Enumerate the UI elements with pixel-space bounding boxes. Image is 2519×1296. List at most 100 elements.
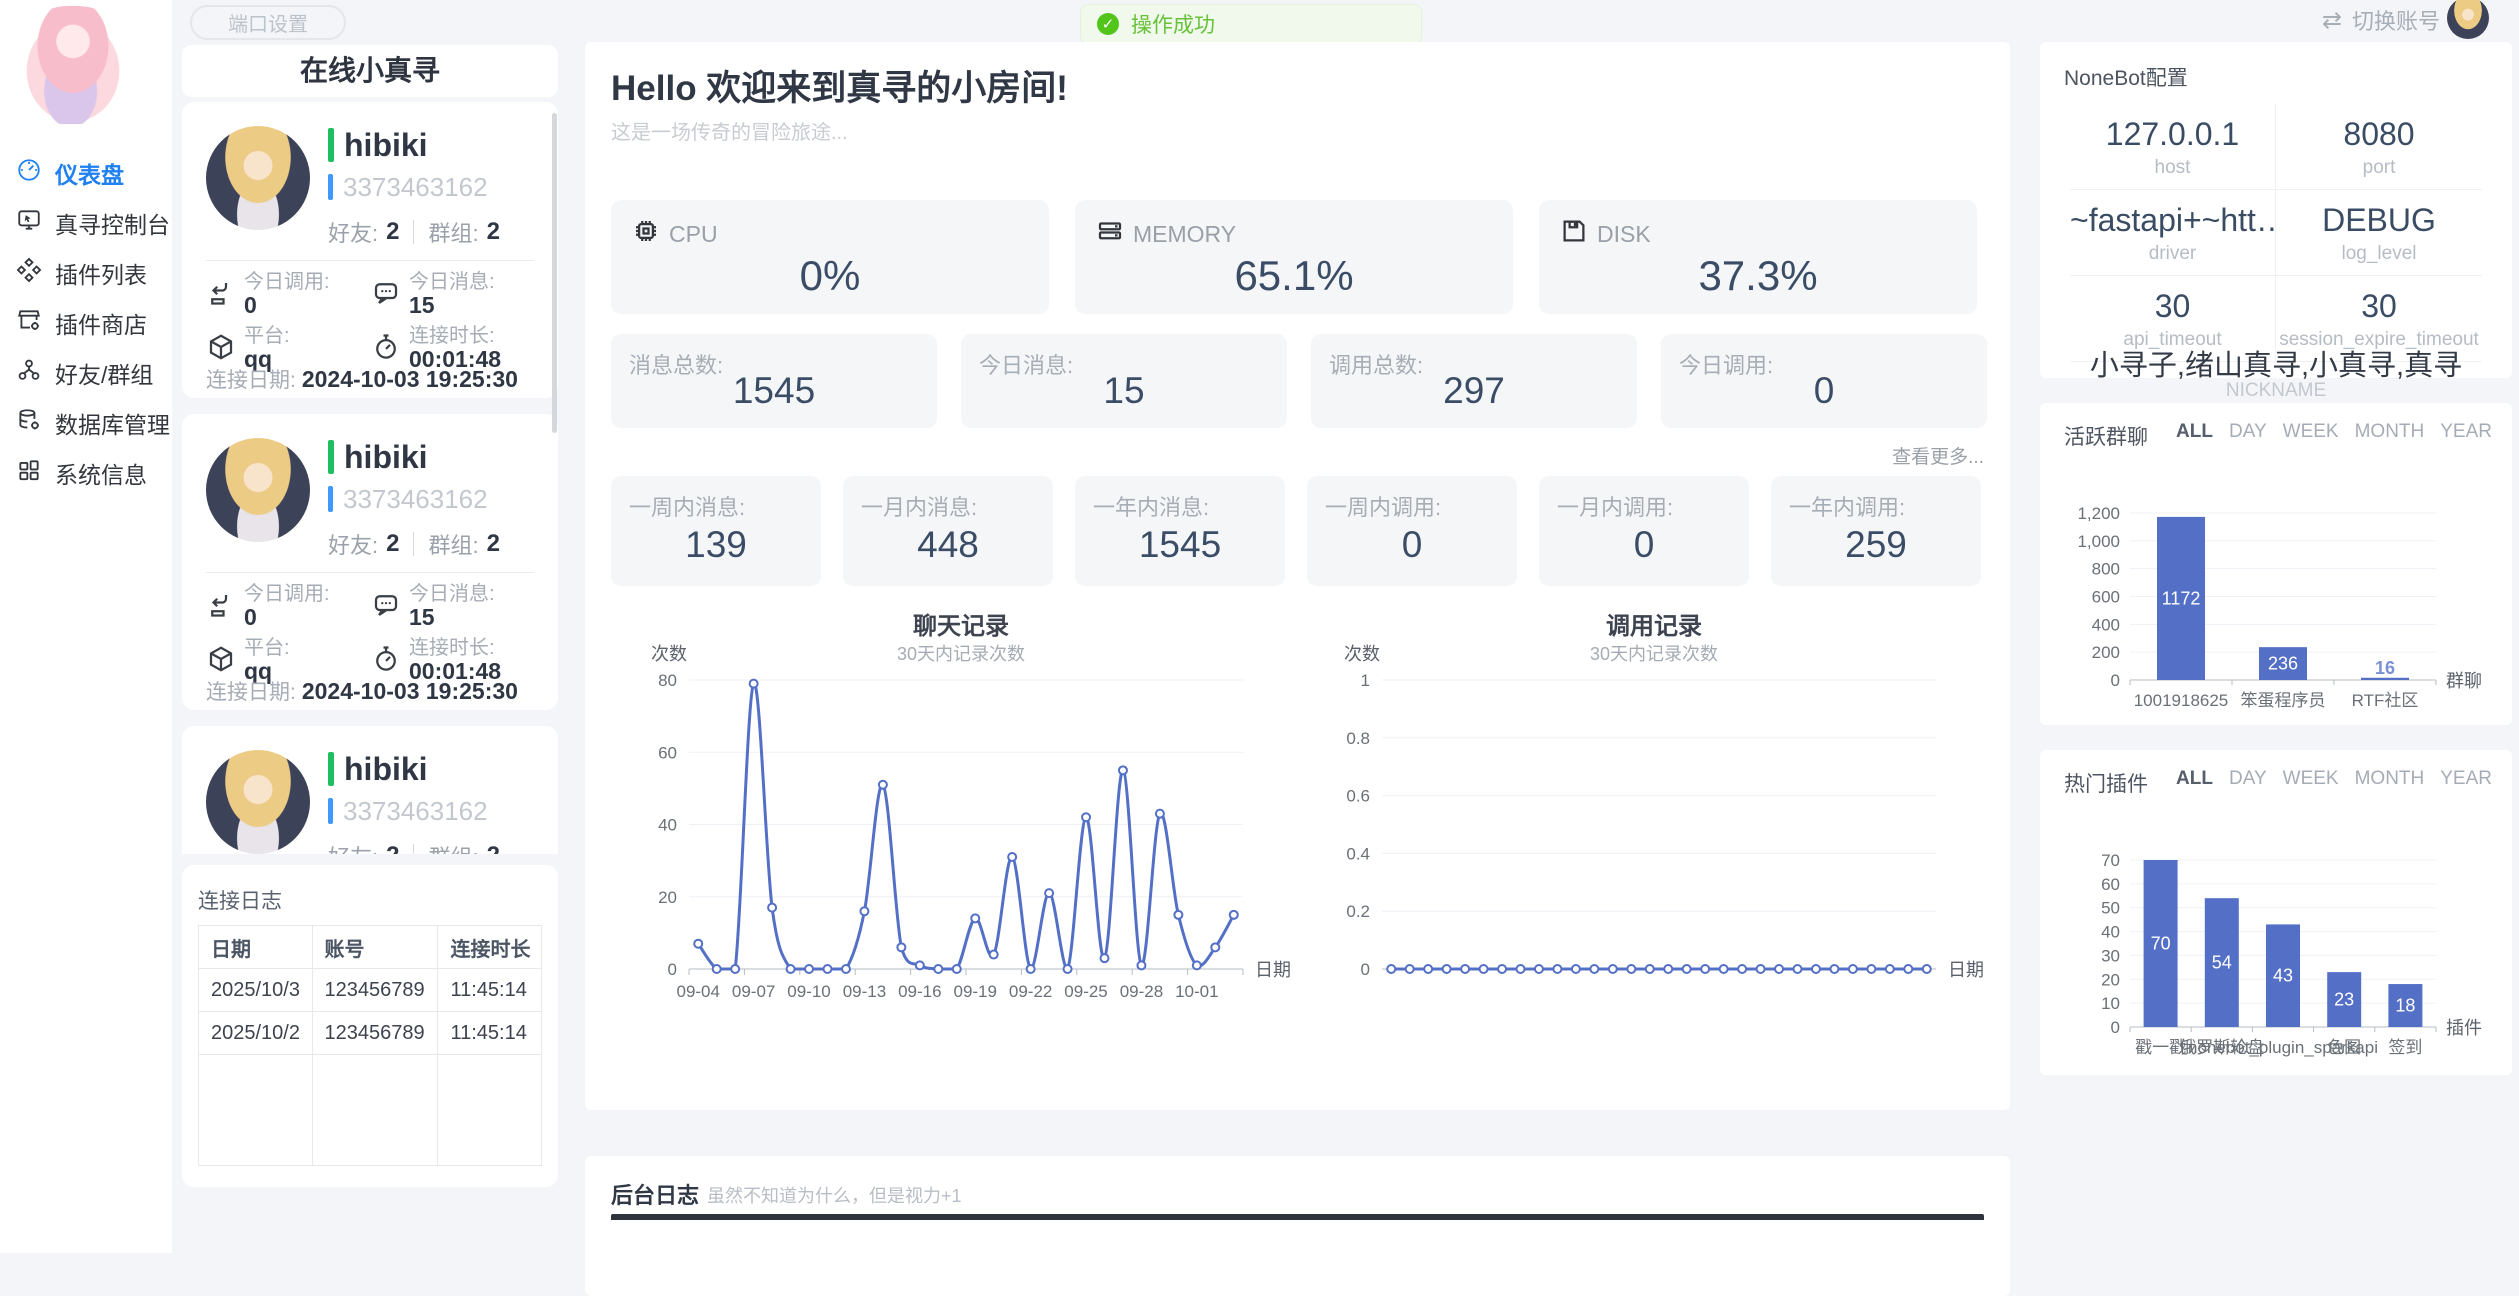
tab-week[interactable]: WEEK: [2283, 421, 2339, 443]
svg-text:20: 20: [658, 888, 677, 907]
svg-text:600: 600: [2092, 588, 2120, 607]
plugin-list-icon: [16, 257, 42, 289]
tab-day[interactable]: DAY: [2229, 768, 2267, 790]
sidebar-item-label: 真寻控制台: [55, 206, 170, 240]
svg-text:60: 60: [2101, 875, 2120, 894]
svg-text:0: 0: [2111, 671, 2120, 690]
sidebar-item-label: 仪表盘: [55, 156, 124, 190]
svg-text:30天内记录次数: 30天内记录次数: [897, 644, 1025, 664]
svg-text:1001918625: 1001918625: [2134, 691, 2229, 710]
online-indicator-bar: [328, 752, 334, 786]
sidebar-item-system-info[interactable]: 系统信息: [0, 448, 172, 498]
bot-list[interactable]: hibiki 3373463162 好友: 2 群组: 2 今日调用:0 今日消…: [182, 102, 558, 854]
year-calls-card: 一年内调用: 259: [1771, 476, 1981, 586]
week-calls-card: 一周内调用: 0: [1307, 476, 1517, 586]
nickname-value: 小寻子,绪山真寻,小真寻,真寻: [2040, 342, 2512, 384]
tab-month[interactable]: MONTH: [2355, 768, 2425, 790]
svg-text:0: 0: [1361, 960, 1370, 979]
active-groups-title: 活跃群聊: [2064, 421, 2148, 451]
conn-date-label: 连接日期:: [206, 681, 296, 704]
svg-text:236: 236: [2268, 654, 2298, 674]
svg-text:笨蛋程序员: 笨蛋程序员: [2241, 691, 2326, 710]
svg-text:0: 0: [668, 960, 677, 979]
groups-count: 2: [487, 530, 500, 558]
chat-record-chart: 聊天记录30天内记录次数次数020406080日期09-0409-0709-10…: [611, 604, 1291, 1024]
svg-text:09-28: 09-28: [1120, 982, 1163, 1001]
call-return-icon: [206, 590, 236, 625]
svg-text:40: 40: [658, 816, 677, 835]
friends-count: 2: [386, 218, 399, 246]
tab-year[interactable]: YEAR: [2440, 421, 2492, 443]
sidebar-item-database[interactable]: 数据库管理: [0, 398, 172, 448]
tab-all[interactable]: ALL: [2176, 768, 2213, 790]
cpu-value: 0%: [611, 252, 1049, 300]
platform-box-icon: [206, 644, 236, 679]
svg-text:23: 23: [2334, 990, 2354, 1010]
divider: [413, 844, 414, 854]
call-record-chart: 调用记录30天内记录次数次数00.20.40.60.81日期: [1304, 604, 1984, 1024]
tab-all[interactable]: ALL: [2176, 421, 2213, 443]
table-header-row: 日期 账号 连接时长: [199, 926, 542, 969]
svg-text:0.2: 0.2: [1346, 902, 1370, 921]
config-log-level: DEBUG log_level: [2276, 190, 2482, 275]
friends-count: 2: [386, 530, 399, 558]
svg-text:RTF社区: RTF社区: [2352, 691, 2419, 710]
sidebar: 仪表盘 真寻控制台 插件列表 插件商店 好友/群组 数据库管理 系统信息: [0, 0, 172, 1253]
svg-text:签到: 签到: [2388, 1038, 2422, 1057]
svg-text:40: 40: [2101, 923, 2120, 942]
svg-text:09-22: 09-22: [1009, 982, 1052, 1001]
store-icon: [16, 307, 42, 339]
sidebar-item-dashboard[interactable]: 仪表盘: [0, 148, 172, 198]
view-more-link[interactable]: 查看更多...: [1892, 442, 1984, 469]
svg-text:日期: 日期: [1948, 960, 1984, 980]
friends-label: 好友:: [328, 216, 378, 248]
week-messages-card: 一周内消息: 139: [611, 476, 821, 586]
bot-list-scrollbar[interactable]: [552, 113, 557, 433]
account-avatar[interactable]: [2447, 0, 2489, 39]
page-subtitle: 这是一场传奇的冒险旅途...: [611, 116, 848, 145]
app-logo: [14, 6, 132, 124]
groups-label: 群组:: [428, 216, 478, 248]
svg-text:聊天记录: 聊天记录: [913, 612, 1009, 640]
svg-text:09-10: 09-10: [787, 982, 830, 1001]
svg-text:日期: 日期: [1255, 960, 1291, 980]
sidebar-item-plugin-store[interactable]: 插件商店: [0, 298, 172, 348]
swap-icon: ⇄: [2322, 6, 2342, 35]
connection-log-card: 连接日志 日期 账号 连接时长 2025/10/3 123456789 11:4…: [182, 865, 558, 1187]
sidebar-item-plugin-list[interactable]: 插件列表: [0, 248, 172, 298]
connection-log-title: 连接日志: [198, 885, 282, 915]
tab-year[interactable]: YEAR: [2440, 768, 2492, 790]
sidebar-item-label: 插件列表: [55, 256, 147, 290]
svg-text:1,000: 1,000: [2077, 532, 2120, 551]
tab-day[interactable]: DAY: [2229, 421, 2267, 443]
sidebar-item-label: 好友/群组: [55, 356, 153, 390]
sidebar-item-friends-groups[interactable]: 好友/群组: [0, 348, 172, 398]
bot-id: 3373463162: [343, 172, 488, 203]
svg-text:09-04: 09-04: [676, 982, 719, 1001]
connection-log-table: 日期 账号 连接时长 2025/10/3 123456789 11:45:14 …: [198, 925, 542, 1166]
active-groups-card: 活跃群聊 ALL DAY WEEK MONTH YEAR 02004006008…: [2040, 403, 2512, 725]
memory-value: 65.1%: [1075, 252, 1513, 300]
console-icon: [16, 207, 42, 239]
divider: [206, 572, 534, 573]
bot-avatar: [206, 126, 310, 230]
svg-text:10-01: 10-01: [1175, 982, 1218, 1001]
svg-text:70: 70: [2151, 934, 2171, 954]
friends-label: 好友:: [328, 840, 378, 854]
bot-card: hibiki 3373463162 好友: 2 群组: 2 今日调用:0 今日消…: [182, 102, 558, 398]
port-settings-button[interactable]: 端口设置: [190, 5, 346, 40]
svg-text:09-07: 09-07: [732, 982, 775, 1001]
tab-month[interactable]: MONTH: [2355, 421, 2425, 443]
cpu-card: CPU 0%: [611, 200, 1049, 314]
today-calls-card: 今日调用: 0: [1661, 334, 1987, 428]
bot-id: 3373463162: [343, 484, 488, 515]
message-icon: [371, 590, 401, 625]
svg-text:09-16: 09-16: [898, 982, 941, 1001]
sidebar-item-label: 插件商店: [55, 306, 147, 340]
svg-text:80: 80: [658, 671, 677, 690]
sidebar-item-console[interactable]: 真寻控制台: [0, 198, 172, 248]
stopwatch-icon: [371, 332, 401, 367]
tab-week[interactable]: WEEK: [2283, 768, 2339, 790]
switch-account-button[interactable]: ⇄ 切换账号: [2290, 0, 2440, 40]
bot-name: hibiki: [344, 439, 428, 476]
